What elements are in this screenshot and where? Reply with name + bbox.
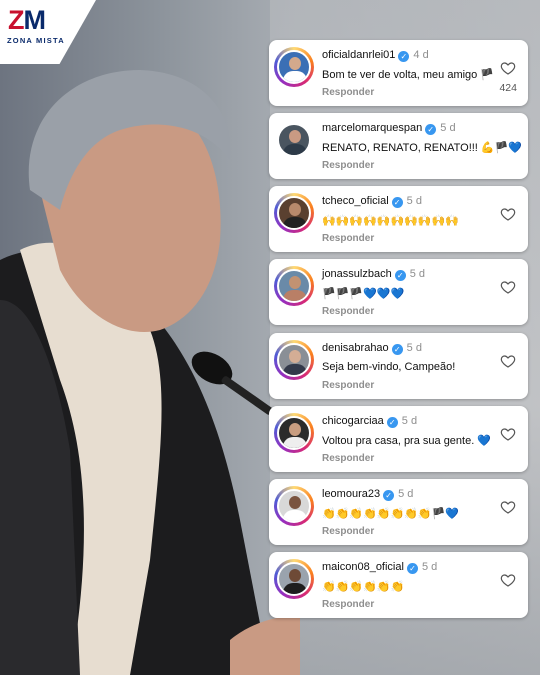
comment-time: 5 d [398, 488, 414, 500]
avatar-story-ring[interactable] [274, 47, 314, 87]
avatar-story-ring[interactable] [274, 266, 314, 306]
heart-icon[interactable] [500, 499, 516, 515]
comment-text: Seja bem-vindo, Campeão! [322, 361, 456, 373]
comment-time: 5 d [440, 122, 456, 134]
avatar [277, 562, 311, 596]
reply-button[interactable]: Responder [322, 599, 374, 610]
avatar-story-ring[interactable] [274, 413, 314, 453]
comment-card: oficialdanrlei01 ✓ 4 d Bom te ver de volta… [269, 40, 528, 106]
avatar [277, 343, 311, 377]
comment-time: 5 d [421, 561, 438, 573]
comment-card: maicon08_oficial ✓ 5 d 👏👏👏👏👏👏 Responder [269, 552, 528, 618]
heart-icon[interactable] [500, 353, 516, 369]
comment-text: 🏴🏴🏴💙💙💙 [322, 287, 405, 300]
comment-text: Bom te ver de volta, meu amigo 🏴 [322, 69, 495, 81]
reply-button[interactable]: Responder [322, 160, 374, 171]
avatar-story-ring[interactable] [274, 486, 314, 526]
avatar-story-ring[interactable] [274, 120, 314, 160]
heart-icon[interactable] [500, 572, 516, 588]
heart-icon[interactable] [500, 60, 516, 76]
comment-time: 4 d [413, 49, 429, 61]
avatar [277, 123, 311, 157]
reply-button[interactable]: Responder [322, 306, 374, 317]
avatar-story-ring[interactable] [274, 193, 314, 233]
avatar [277, 416, 311, 450]
reply-button[interactable]: Responder [322, 233, 374, 244]
heart-icon[interactable] [500, 206, 516, 222]
comment-time: 5 d [401, 415, 418, 427]
reply-button[interactable]: Responder [322, 380, 374, 391]
avatar-story-ring[interactable] [274, 559, 314, 599]
comment-text: 🙌🙌🙌🙌🙌🙌🙌🙌🙌🙌 [322, 214, 459, 227]
username[interactable]: oficialdanrlei01 [322, 49, 395, 61]
verified-icon: ✓ [386, 417, 398, 428]
heart-icon[interactable] [500, 279, 516, 295]
avatar [277, 269, 311, 303]
avatar [277, 196, 311, 230]
comment-card: chicogarciaa ✓ 5 d Voltou pra casa, pra su… [269, 406, 528, 472]
comment-card: leomoura23 ✓ 5 d 👏👏👏👏👏👏👏👏🏴💙 Responder [269, 479, 528, 545]
verified-icon: ✓ [398, 51, 410, 62]
verified-icon: ✓ [391, 344, 403, 355]
username[interactable]: denisabrahao [322, 342, 389, 354]
avatar [277, 489, 311, 523]
verified-icon: ✓ [391, 197, 403, 208]
comment-text: 👏👏👏👏👏👏 [322, 580, 405, 593]
verified-icon: ✓ [406, 563, 418, 574]
avatar [277, 50, 311, 84]
verified-icon: ✓ [394, 270, 406, 281]
comment-card: tcheco_oficial ✓ 5 d 🙌🙌🙌🙌🙌🙌🙌🙌🙌🙌 Responder [269, 186, 528, 252]
verified-icon: ✓ [383, 490, 395, 501]
username[interactable]: jonassulzbach [322, 268, 392, 280]
comment-card: jonassulzbach ✓ 5 d 🏴🏴🏴💙💙💙 Responder [269, 259, 528, 325]
username[interactable]: marcelomarquespan [322, 122, 422, 134]
reply-button[interactable]: Responder [322, 87, 374, 98]
comment-text: Voltou pra casa, pra sua gente. 💙 [322, 435, 492, 447]
username[interactable]: maicon08_oficial [322, 561, 404, 573]
username[interactable]: tcheco_oficial [322, 195, 389, 207]
reply-button[interactable]: Responder [322, 453, 374, 464]
speaker-photo [0, 70, 300, 675]
comment-time: 5 d [406, 195, 422, 207]
comment-card: marcelomarquespan ✓ 5 d RENATO, RENATO, RE… [269, 113, 528, 179]
comment-text: 👏👏👏👏👏👏👏👏🏴💙 [322, 507, 459, 520]
comment-text: RENATO, RENATO, RENATO!!! 💪🏴💙 [322, 142, 523, 154]
username[interactable]: chicogarciaa [322, 415, 384, 427]
comment-time: 5 d [406, 342, 422, 354]
reply-button[interactable]: Responder [322, 526, 374, 537]
like-count: 424 [499, 82, 517, 94]
heart-icon[interactable] [500, 426, 516, 442]
comment-card: denisabrahao ✓ 5 d Seja bem-vindo, Campeão… [269, 333, 528, 399]
verified-icon: ✓ [425, 124, 437, 135]
username[interactable]: leomoura23 [322, 488, 380, 500]
avatar-story-ring[interactable] [274, 340, 314, 380]
comment-time: 5 d [409, 268, 426, 280]
